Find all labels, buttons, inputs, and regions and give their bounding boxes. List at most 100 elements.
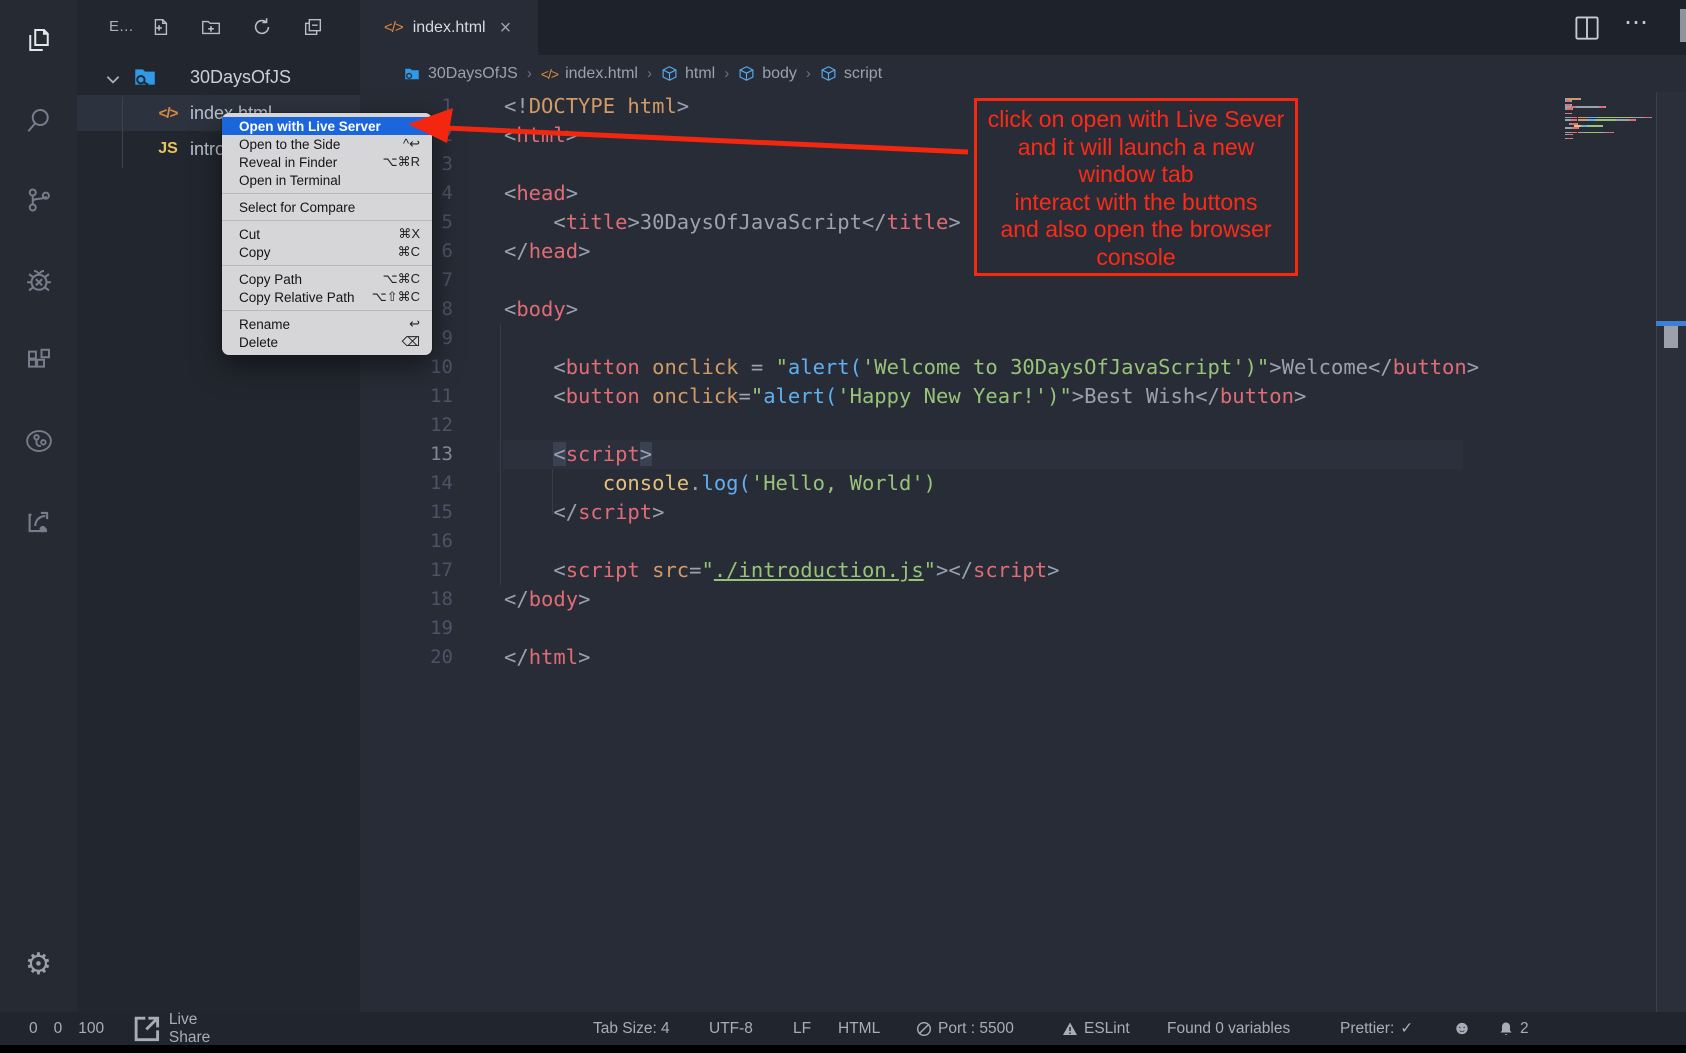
bell-icon — [1498, 1021, 1514, 1037]
folder-name: 30DaysOfJS — [190, 67, 291, 88]
split-editor-icon[interactable] — [1572, 13, 1602, 43]
close-icon[interactable]: × — [500, 18, 512, 38]
code-line-8[interactable]: 8<body> — [360, 295, 1686, 324]
explorer-icon[interactable] — [0, 12, 77, 68]
code-line-13[interactable]: 13 <script> — [360, 440, 1686, 469]
gear-glyph: ⚙ — [25, 947, 52, 982]
menu-item-label: Select for Compare — [239, 200, 355, 215]
menu-item-open-with-live-server[interactable]: Open with Live Server — [222, 117, 432, 135]
code-line-text: <button onclick = "alert('Welcome to 30D… — [504, 353, 1479, 382]
breadcrumb-separator: › — [647, 65, 652, 82]
breadcrumb-item-file[interactable]: </> index.html — [541, 65, 638, 83]
line-number: 15 — [360, 498, 453, 527]
menu-item-copy[interactable]: Copy⌘C — [222, 243, 432, 261]
context-menu: Open with Live ServerOpen to the Side^↩R… — [222, 113, 432, 355]
debug-icon[interactable] — [0, 253, 77, 309]
new-file-icon[interactable] — [147, 14, 173, 40]
menu-separator — [222, 220, 432, 221]
code-line-text: <body> — [504, 295, 578, 324]
menu-item-open-in-terminal[interactable]: Open in Terminal — [222, 171, 432, 189]
code-line-18[interactable]: 18 </body> — [360, 585, 1686, 614]
code-line-11[interactable]: 11 <button onclick="alert('Happy New Yea… — [360, 382, 1686, 411]
collapse-all-icon[interactable] — [300, 14, 326, 40]
tab-size-label: Tab Size: 4 — [593, 1020, 670, 1038]
check-icon: ✓ — [1400, 1019, 1413, 1038]
tab-index-html[interactable]: </> index.html × — [360, 0, 538, 55]
source-control-icon[interactable] — [0, 172, 77, 228]
code-line-text: </body> — [504, 585, 590, 614]
breadcrumb-label: index.html — [565, 65, 638, 83]
menu-item-label: Delete — [239, 335, 278, 350]
breadcrumb-separator: › — [527, 65, 532, 82]
menu-item-open-to-the-side[interactable]: Open to the Side^↩ — [222, 135, 432, 153]
menu-item-copy-path[interactable]: Copy Path⌥⌘C — [222, 270, 432, 288]
code-line-10[interactable]: 10 <button onclick = "alert('Welcome to … — [360, 353, 1686, 382]
cube-icon — [820, 65, 837, 82]
line-number: 19 — [360, 614, 453, 643]
menu-item-cut[interactable]: Cut⌘X — [222, 225, 432, 243]
problems-indicator[interactable]: 0 0 100 — [24, 1020, 104, 1038]
menu-item-shortcut: ⌥⌘R — [383, 154, 420, 170]
status-variables[interactable]: Found 0 variables — [1167, 1012, 1290, 1045]
more-actions-icon[interactable]: ⋯ — [1624, 8, 1651, 37]
code-line-text: </script> — [504, 498, 664, 527]
status-tab-size[interactable]: Tab Size: 4 — [593, 1012, 670, 1045]
annotation-line: console — [937, 244, 1335, 272]
line-number: 14 — [360, 469, 453, 498]
tabbar-scrollbar[interactable] — [1680, 9, 1686, 42]
status-language[interactable]: HTML — [838, 1012, 880, 1045]
extensions-icon[interactable] — [0, 333, 77, 389]
encoding-label: UTF-8 — [709, 1020, 753, 1038]
window-bottom-edge — [0, 1045, 1686, 1053]
status-eslint[interactable]: ESLint — [1062, 1012, 1130, 1045]
breadcrumb-item-body[interactable]: body — [738, 65, 797, 83]
scrollbar-thumb[interactable] — [1664, 326, 1678, 348]
code-line-text: console.log('Hello, World') — [504, 469, 936, 498]
line-number: 18 — [360, 585, 453, 614]
eol-label: LF — [793, 1020, 811, 1038]
status-prettier[interactable]: Prettier: ✓ — [1340, 1012, 1413, 1045]
editor-scrollbar-area[interactable] — [1656, 92, 1686, 1012]
menu-item-label: Cut — [239, 227, 260, 242]
folder-icon — [132, 64, 158, 95]
status-eol[interactable]: LF — [793, 1012, 811, 1045]
minimap[interactable] — [1565, 98, 1655, 140]
line-number: 17 — [360, 556, 453, 585]
live-share-label: Live Share — [169, 1011, 210, 1047]
live-share-icon[interactable] — [0, 413, 77, 469]
refresh-icon[interactable] — [249, 14, 275, 40]
menu-item-delete[interactable]: Delete⌫ — [222, 333, 432, 351]
share-out-icon[interactable] — [0, 493, 77, 549]
menu-item-copy-relative-path[interactable]: Copy Relative Path⌥⇧⌘C — [222, 288, 432, 306]
code-line-17[interactable]: 17 <script src="./introduction.js"></scr… — [360, 556, 1686, 585]
notifications-bell[interactable]: 2 — [1498, 1012, 1529, 1045]
code-line-text: <script src="./introduction.js"></script… — [504, 556, 1059, 585]
menu-item-label: Copy Path — [239, 272, 302, 287]
settings-gear-icon[interactable]: ⚙ — [0, 936, 77, 992]
annotation-box: click on open with Live Severand it will… — [974, 98, 1298, 276]
breadcrumb-item-folder[interactable]: 30DaysOfJS — [403, 65, 518, 83]
status-port[interactable]: Port : 5500 — [916, 1012, 1014, 1045]
feedback-smiley-icon[interactable]: ☻ — [1452, 1012, 1472, 1045]
status-encoding[interactable]: UTF-8 — [709, 1012, 753, 1045]
code-line-15[interactable]: 15 </script> — [360, 498, 1686, 527]
menu-item-reveal-in-finder[interactable]: Reveal in Finder⌥⌘R — [222, 153, 432, 171]
menu-item-rename[interactable]: Rename↩ — [222, 315, 432, 333]
breadcrumb-item-html[interactable]: html — [661, 65, 715, 83]
live-share-status[interactable]: Live Share — [131, 1011, 210, 1047]
code-line-9[interactable]: 9 — [360, 324, 1686, 353]
line-number: 12 — [360, 411, 453, 440]
new-folder-icon[interactable] — [198, 14, 224, 40]
code-line-16[interactable]: 16 — [360, 527, 1686, 556]
code-line-20[interactable]: 20</html> — [360, 643, 1686, 672]
circle-slash-icon — [916, 1021, 932, 1037]
folder-icon — [403, 65, 421, 83]
menu-item-select-for-compare[interactable]: Select for Compare — [222, 198, 432, 216]
code-line-12[interactable]: 12 — [360, 411, 1686, 440]
menu-item-label: Open in Terminal — [239, 173, 341, 188]
code-line-19[interactable]: 19 — [360, 614, 1686, 643]
breadcrumb-item-script[interactable]: script — [820, 65, 882, 83]
code-line-14[interactable]: 14 console.log('Hello, World') — [360, 469, 1686, 498]
search-icon[interactable] — [0, 92, 77, 148]
tree-folder-row[interactable]: 30DaysOfJS — [77, 59, 360, 95]
